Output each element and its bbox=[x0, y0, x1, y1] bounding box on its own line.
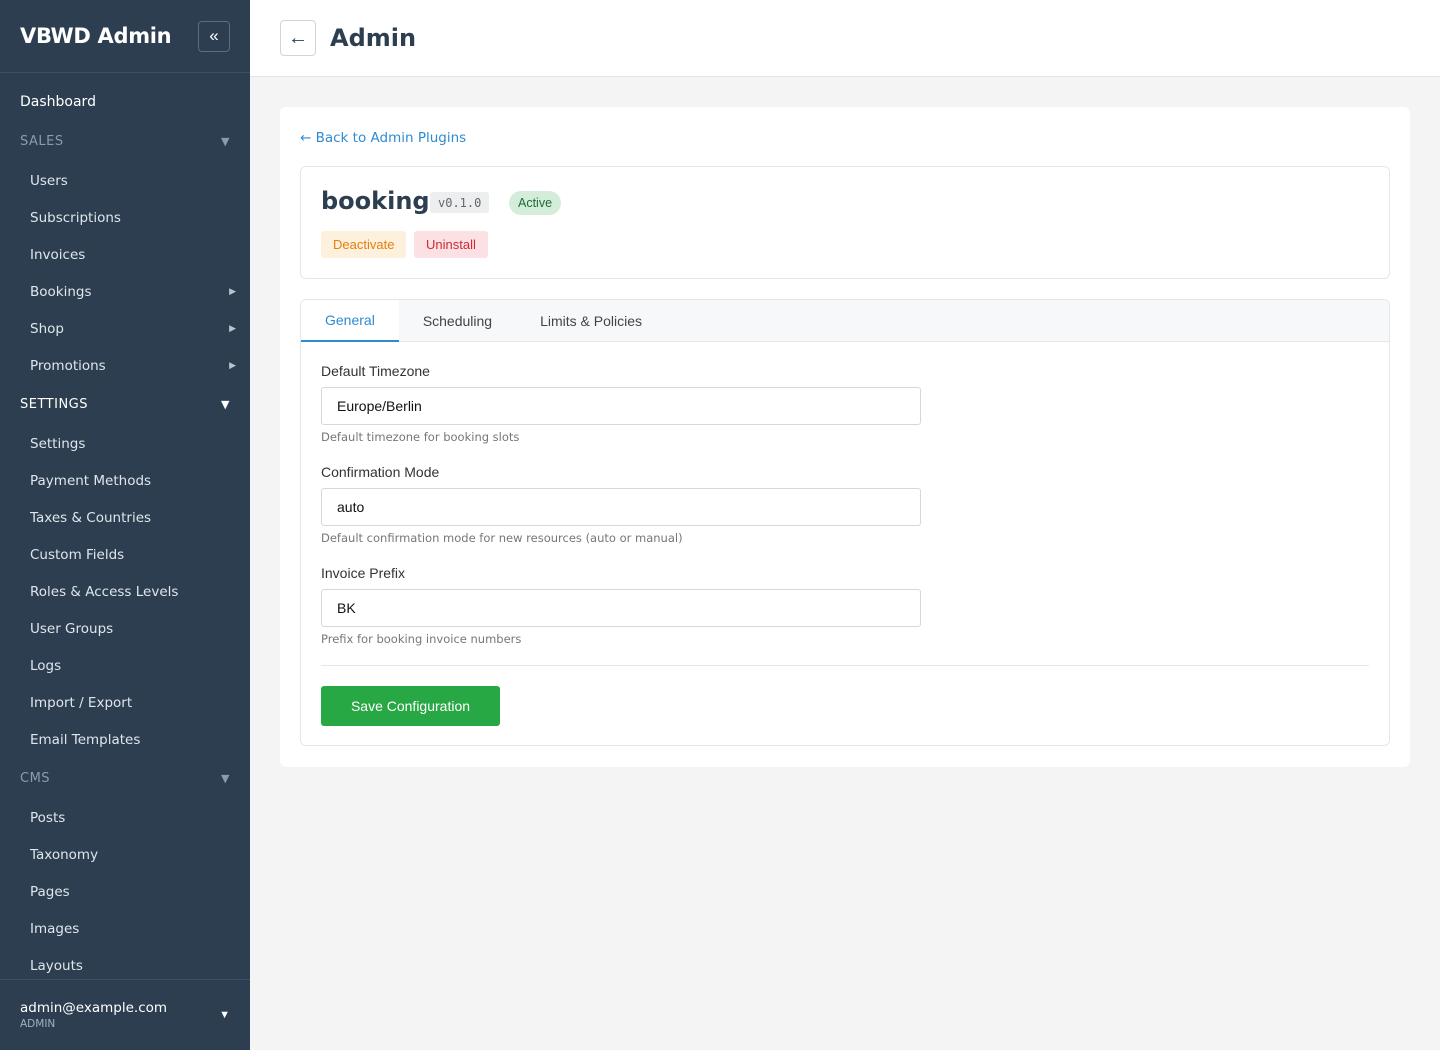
deactivate-button[interactable]: Deactivate bbox=[321, 231, 407, 258]
chevron-right-icon: ▶ bbox=[229, 323, 236, 334]
invoice-prefix-label: Invoice Prefix bbox=[321, 565, 406, 581]
sidebar-item-invoices[interactable]: Invoices bbox=[0, 236, 250, 273]
chevron-down-icon: ▼ bbox=[221, 135, 230, 148]
sidebar-item-label: Invoices bbox=[30, 246, 86, 263]
plugin-detail-card: ← Back to Admin Plugins booking v0.1.0 A… bbox=[280, 107, 1410, 767]
section-label: CMS bbox=[20, 771, 51, 786]
sidebar-item-label: Subscriptions bbox=[30, 209, 121, 226]
sidebar-item-user-groups[interactable]: User Groups bbox=[0, 610, 250, 647]
sidebar-item-settings[interactable]: Settings bbox=[0, 425, 250, 462]
section-label: SALES bbox=[20, 134, 64, 149]
divider bbox=[321, 665, 1369, 666]
status-badge: Active bbox=[509, 191, 562, 215]
user-role: ADMIN bbox=[20, 1018, 56, 1030]
tab-limits-policies[interactable]: Limits & Policies bbox=[516, 300, 666, 342]
sidebar-item-promotions[interactable]: Promotions ▶ bbox=[0, 347, 250, 384]
sidebar: VBWD Admin « Dashboard SALES ▼ Users Sub… bbox=[0, 0, 250, 1050]
back-to-plugins-link[interactable]: ← Back to Admin Plugins bbox=[300, 130, 466, 146]
sidebar-item-shop[interactable]: Shop ▶ bbox=[0, 310, 250, 347]
sidebar-item-label: Taxonomy bbox=[30, 846, 99, 863]
sidebar-item-label: Settings bbox=[30, 435, 86, 452]
uninstall-button[interactable]: Uninstall bbox=[414, 231, 488, 258]
save-configuration-button[interactable]: Save Configuration bbox=[321, 686, 500, 726]
tab-general[interactable]: General bbox=[301, 300, 399, 342]
sidebar-item-posts[interactable]: Posts bbox=[0, 799, 250, 836]
sidebar-item-email-templates[interactable]: Email Templates bbox=[0, 721, 250, 758]
sidebar-item-custom-fields[interactable]: Custom Fields bbox=[0, 536, 250, 573]
user-menu[interactable]: admin@example.com ADMIN ▼ bbox=[0, 979, 250, 1050]
sidebar-item-label: Images bbox=[30, 920, 80, 937]
version-badge: v0.1.0 bbox=[430, 192, 490, 213]
sidebar-item-taxes-countries[interactable]: Taxes & Countries bbox=[0, 499, 250, 536]
confirmation-mode-input[interactable]: auto bbox=[321, 488, 921, 526]
confirmation-mode-hint: Default confirmation mode for new resour… bbox=[321, 531, 683, 545]
sidebar-item-taxonomy[interactable]: Taxonomy bbox=[0, 836, 250, 873]
sidebar-item-logs[interactable]: Logs bbox=[0, 647, 250, 684]
invoice-prefix-input[interactable]: BK bbox=[321, 589, 921, 627]
sidebar-item-label: Logs bbox=[30, 657, 62, 674]
chevron-right-icon: ▶ bbox=[229, 360, 236, 371]
tab-bar: General Scheduling Limits & Policies bbox=[301, 300, 1389, 342]
chevron-down-icon: ▼ bbox=[221, 398, 230, 411]
sidebar-item-label: Layouts bbox=[30, 957, 83, 974]
sidebar-item-bookings[interactable]: Bookings ▶ bbox=[0, 273, 250, 310]
page-header: ← Admin bbox=[250, 0, 1440, 77]
section-label: SETTINGS bbox=[20, 397, 89, 412]
user-info: admin@example.com ADMIN bbox=[20, 1000, 167, 1030]
timezone-input[interactable]: Europe/Berlin bbox=[321, 387, 921, 425]
chevron-down-icon: ▼ bbox=[219, 1009, 230, 1021]
confirmation-mode-label: Confirmation Mode bbox=[321, 464, 440, 480]
sidebar-item-label: Pages bbox=[30, 883, 70, 900]
sidebar-item-label: Custom Fields bbox=[30, 546, 125, 563]
sidebar-item-label: Users bbox=[30, 172, 68, 189]
page-title: Admin bbox=[330, 24, 417, 52]
plugin-header: booking v0.1.0 Active Deactivate Uninsta… bbox=[300, 166, 1390, 279]
sidebar-item-roles[interactable]: Roles & Access Levels bbox=[0, 573, 250, 610]
sidebar-item-label: Payment Methods bbox=[30, 472, 152, 489]
back-button[interactable]: ← bbox=[280, 20, 316, 56]
sidebar-item-users[interactable]: Users bbox=[0, 162, 250, 199]
chevron-right-icon: ▶ bbox=[229, 286, 236, 297]
invoice-prefix-hint: Prefix for booking invoice numbers bbox=[321, 632, 522, 646]
sidebar-item-import-export[interactable]: Import / Export bbox=[0, 684, 250, 721]
plugin-name: booking bbox=[321, 187, 430, 215]
sidebar-nav: Dashboard SALES ▼ Users Subscriptions In… bbox=[0, 73, 250, 984]
sidebar-item-label: Roles & Access Levels bbox=[30, 583, 179, 600]
sidebar-item-label: Taxes & Countries bbox=[30, 509, 152, 526]
sidebar-section-sales[interactable]: SALES ▼ bbox=[0, 121, 250, 162]
sidebar-item-payment-methods[interactable]: Payment Methods bbox=[0, 462, 250, 499]
sidebar-item-label: Bookings bbox=[30, 283, 92, 300]
sidebar-section-cms[interactable]: CMS ▼ bbox=[0, 758, 250, 799]
sidebar-item-label: Shop bbox=[30, 320, 64, 337]
sidebar-item-subscriptions[interactable]: Subscriptions bbox=[0, 199, 250, 236]
config-panel: General Scheduling Limits & Policies Def… bbox=[300, 299, 1390, 746]
sidebar-item-images[interactable]: Images bbox=[0, 910, 250, 947]
sidebar-section-settings[interactable]: SETTINGS ▼ bbox=[0, 384, 250, 425]
brand-logo: VBWD Admin bbox=[20, 24, 172, 48]
sidebar-item-label: User Groups bbox=[30, 620, 114, 637]
collapse-sidebar-button[interactable]: « bbox=[198, 20, 230, 52]
sidebar-header: VBWD Admin « bbox=[0, 0, 250, 73]
sidebar-item-dashboard[interactable]: Dashboard bbox=[0, 83, 250, 121]
sidebar-item-label: Posts bbox=[30, 809, 66, 826]
sidebar-item-label: Email Templates bbox=[30, 731, 141, 748]
sidebar-item-label: Import / Export bbox=[30, 694, 133, 711]
sidebar-item-pages[interactable]: Pages bbox=[0, 873, 250, 910]
user-email: admin@example.com bbox=[20, 1000, 168, 1016]
timezone-label: Default Timezone bbox=[321, 363, 430, 379]
sidebar-item-label: Promotions bbox=[30, 357, 106, 374]
chevron-down-icon: ▼ bbox=[221, 772, 230, 785]
tab-scheduling[interactable]: Scheduling bbox=[399, 300, 516, 342]
timezone-hint: Default timezone for booking slots bbox=[321, 430, 520, 444]
